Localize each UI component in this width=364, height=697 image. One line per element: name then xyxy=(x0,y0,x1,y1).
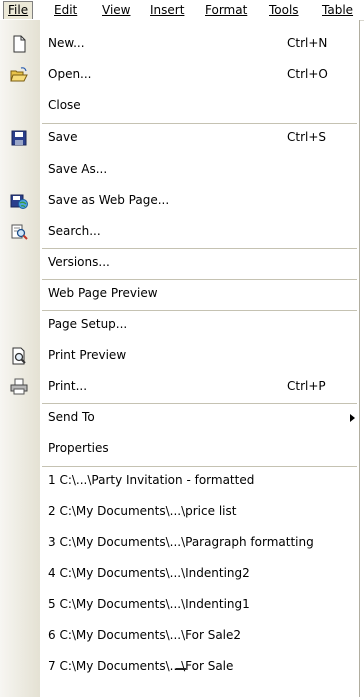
save-floppy-icon xyxy=(11,130,27,146)
menu-file-label: File xyxy=(8,3,29,17)
menu-item-search[interactable]: Search... xyxy=(0,216,359,247)
menu-item-properties-label: Properties xyxy=(48,441,109,455)
menu-item-print-shortcut: Ctrl+P xyxy=(287,379,326,393)
recent-file-item[interactable]: 3 C:\My Documents\...\Paragraph formatti… xyxy=(0,527,359,558)
menu-item-print-preview-label: Print Preview xyxy=(48,348,127,362)
recent-file-label: 4 C:\My Documents\...\Indenting2 xyxy=(48,566,250,580)
menu-item-new-shortcut: Ctrl+N xyxy=(287,36,328,50)
recent-file-label: 3 C:\My Documents\...\Paragraph formatti… xyxy=(48,535,314,549)
search-document-icon xyxy=(11,224,28,240)
menu-bar: File Edit View Insert Format Tools Table xyxy=(0,0,364,21)
recent-file-item[interactable]: 1 C:\...\Party Invitation - formatted xyxy=(0,465,359,496)
menu-table[interactable]: Table xyxy=(318,1,357,19)
menu-format-label: Format xyxy=(205,3,248,17)
menu-format[interactable]: Format xyxy=(201,1,251,19)
print-preview-icon xyxy=(12,347,26,365)
menu-tools-label: Tools xyxy=(269,3,299,17)
menu-item-page-setup-label: Page Setup... xyxy=(48,317,128,331)
recent-file-item[interactable]: 5 C:\My Documents\...\Indenting1 xyxy=(0,589,359,620)
menu-item-open-shortcut: Ctrl+O xyxy=(287,67,328,81)
recent-file-label: 2 C:\My Documents\...\price list xyxy=(48,504,237,518)
menu-item-web-page-preview[interactable]: Web Page Preview xyxy=(0,278,359,309)
menu-view-label: View xyxy=(102,3,131,17)
menu-item-save[interactable]: Save Ctrl+S xyxy=(0,122,359,153)
recent-file-item[interactable]: 4 C:\My Documents\...\Indenting2 xyxy=(0,558,359,589)
menu-item-send-to-label: Send To xyxy=(48,410,95,424)
menu-tools[interactable]: Tools xyxy=(265,1,303,19)
printer-icon xyxy=(10,378,28,395)
menu-table-label: Table xyxy=(322,3,354,17)
recent-file-label: 6 C:\My Documents\...\For Sale2 xyxy=(48,628,242,642)
menu-edit-label: Edit xyxy=(54,3,78,17)
recent-file-item[interactable]: 7 C:\My Documents\...\For Sale xyxy=(0,651,359,682)
menu-item-send-to[interactable]: Send To xyxy=(0,402,359,433)
menu-item-save-as[interactable]: Save As... xyxy=(0,154,359,185)
menu-item-open[interactable]: Open... Ctrl+O xyxy=(0,59,359,90)
menu-item-print-label: Print... xyxy=(48,379,88,393)
menu-item-page-setup[interactable]: Page Setup... xyxy=(0,309,359,340)
menu-item-properties[interactable]: Properties xyxy=(0,433,359,464)
menu-item-search-label: Search... xyxy=(48,224,101,238)
recent-file-label: 7 C:\My Documents\...\For Sale xyxy=(48,659,234,673)
menu-file[interactable]: File xyxy=(3,1,34,19)
menu-item-save-as-web-page-label: Save as Web Page... xyxy=(48,193,170,207)
recent-file-item[interactable]: 6 C:\My Documents\...\For Sale2 xyxy=(0,620,359,651)
recent-file-item[interactable]: 2 C:\My Documents\...\price list xyxy=(0,496,359,527)
menu-item-save-shortcut: Ctrl+S xyxy=(287,130,327,144)
menu-item-close[interactable]: Close xyxy=(0,90,359,121)
new-document-icon xyxy=(13,35,26,53)
menu-item-print[interactable]: Print... Ctrl+P xyxy=(0,371,359,402)
menu-item-versions[interactable]: Versions... xyxy=(0,247,359,278)
submenu-arrow-icon xyxy=(350,414,355,422)
menu-item-open-label: Open... xyxy=(48,67,92,81)
menu-item-web-page-preview-label: Web Page Preview xyxy=(48,286,158,300)
recent-file-label: 1 C:\...\Party Invitation - formatted xyxy=(48,473,255,487)
menu-item-close-label: Close xyxy=(48,98,81,112)
expand-menu-chevron-icon[interactable] xyxy=(176,668,186,673)
file-menu-dropdown: New... Ctrl+N Open... Ctrl+O Close Save … xyxy=(0,20,360,697)
menu-item-save-as-web-page[interactable]: Save as Web Page... xyxy=(0,185,359,216)
menu-edit[interactable]: Edit xyxy=(50,1,81,19)
menu-view[interactable]: View xyxy=(98,1,134,19)
menu-insert-label: Insert xyxy=(150,3,185,17)
menu-item-save-as-label: Save As... xyxy=(48,162,108,176)
menu-item-new-label: New... xyxy=(48,36,85,50)
menu-insert[interactable]: Insert xyxy=(146,1,188,19)
open-folder-icon xyxy=(10,67,28,82)
recent-file-label: 5 C:\My Documents\...\Indenting1 xyxy=(48,597,250,611)
menu-item-print-preview[interactable]: Print Preview xyxy=(0,340,359,371)
menu-item-new[interactable]: New... Ctrl+N xyxy=(0,28,359,59)
save-web-page-icon xyxy=(10,194,28,209)
menu-item-versions-label: Versions... xyxy=(48,255,110,269)
menu-item-save-label: Save xyxy=(48,130,78,144)
